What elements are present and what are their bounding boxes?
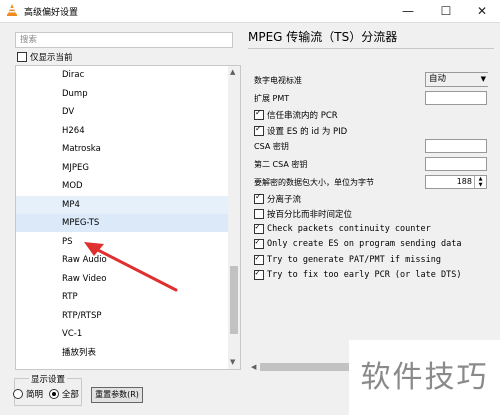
tree-item[interactable]: 播放列表: [16, 344, 228, 362]
only-current-label: 仅显示当前: [30, 53, 73, 63]
title-bar: 高级偏好设置 — ☐ ✕: [0, 0, 500, 23]
minimize-button[interactable]: —: [390, 0, 426, 22]
scroll-left-icon[interactable]: ◀: [251, 363, 256, 371]
vlc-cone-icon: [7, 4, 17, 16]
trust-pcr-checkbox[interactable]: [254, 108, 264, 120]
panel-vertical-scrollbar[interactable]: [488, 60, 498, 360]
check-cc-option[interactable]: Check packets continuity counter: [254, 222, 431, 234]
es-id-pid-label: 设置 ES 的 id 为 PID: [267, 127, 348, 137]
packet-size-value: 188: [456, 177, 472, 186]
tree-item[interactable]: DV: [16, 103, 228, 121]
close-button[interactable]: ✕: [464, 0, 500, 22]
tree-item[interactable]: H264: [16, 122, 228, 140]
separate-sub-checkbox[interactable]: [254, 192, 264, 204]
fix-pcr-checkbox[interactable]: [254, 268, 264, 280]
search-input[interactable]: 搜索: [15, 32, 233, 48]
panel-title: MPEG 传输流（TS）分流器: [248, 30, 398, 44]
only-es-checkbox[interactable]: [254, 237, 264, 249]
tree-scrollbar-thumb[interactable]: [230, 266, 238, 334]
spin-arrows-icon[interactable]: ▲ ▼: [474, 176, 486, 188]
seek-percent-checkbox[interactable]: [254, 209, 264, 219]
preferences-tree[interactable]: Dirac Dump DV H264 Matroska MJPEG MOD MP…: [15, 65, 241, 370]
all-label: 全部: [61, 390, 79, 400]
csa-key-label: CSA 密钥: [254, 142, 289, 151]
digital-tv-standard-label: 数字电视标准: [254, 76, 302, 85]
digital-tv-standard-value: 自动: [429, 74, 447, 84]
window-title: 高级偏好设置: [24, 8, 79, 18]
es-id-pid-checkbox[interactable]: [254, 124, 264, 136]
display-settings-group: 显示设置 简明 全部: [13, 373, 82, 406]
only-es-option[interactable]: Only create ES on program sending data: [254, 237, 462, 249]
fix-pcr-label: Try to fix too early PCR (or late DTS): [267, 270, 462, 280]
gen-pat-label: Try to generate PAT/PMT if missing: [267, 255, 441, 265]
seek-percent-label: 按百分比而非时间定位: [267, 210, 353, 220]
tree-scrollbar[interactable]: ▲ ▼: [228, 66, 240, 369]
only-current-checkbox[interactable]: [17, 52, 27, 62]
simple-label: 简明: [26, 390, 44, 400]
reset-preferences-button[interactable]: 重置参数(R): [91, 387, 143, 403]
separate-sub-option[interactable]: 分离子流: [254, 192, 302, 205]
separate-sub-label: 分离子流: [267, 195, 302, 205]
all-radio[interactable]: [48, 389, 59, 399]
packet-size-label: 要解密的数据包大小，单位为字节: [254, 178, 374, 187]
seek-percent-option[interactable]: 按百分比而非时间定位: [254, 208, 352, 220]
scroll-down-icon[interactable]: ▼: [230, 358, 235, 366]
trust-pcr-option[interactable]: 信任串流内的 PCR: [254, 108, 338, 121]
tree-item[interactable]: VC-1: [16, 325, 228, 343]
check-cc-checkbox[interactable]: [254, 222, 264, 234]
chevron-down-icon: ▼: [480, 75, 486, 83]
es-id-pid-option[interactable]: 设置 ES 的 id 为 PID: [254, 124, 348, 137]
digital-tv-standard-select[interactable]: 自动 ▼: [425, 72, 490, 87]
csa2-key-input[interactable]: [425, 157, 487, 171]
trust-pcr-label: 信任串流内的 PCR: [267, 111, 338, 121]
extra-pmt-input[interactable]: [425, 91, 487, 105]
only-es-label: Only create ES on program sending data: [267, 239, 462, 249]
tree-item[interactable]: Dirac: [16, 66, 228, 84]
tree-item[interactable]: MJPEG: [16, 159, 228, 177]
display-settings-legend: 显示设置: [29, 373, 68, 385]
title-divider: [248, 48, 494, 49]
packet-size-spinbox[interactable]: 188 ▲ ▼: [425, 175, 487, 189]
annotation-arrow-icon: [84, 242, 178, 292]
tree-item-selected[interactable]: MPEG-TS: [16, 214, 228, 232]
maximize-button[interactable]: ☐: [428, 0, 464, 22]
tree-item[interactable]: MP4: [16, 195, 228, 214]
gen-pat-option[interactable]: Try to generate PAT/PMT if missing: [254, 253, 441, 265]
simple-radio[interactable]: [13, 389, 23, 399]
tree-item[interactable]: MOD: [16, 177, 228, 195]
gen-pat-checkbox[interactable]: [254, 253, 264, 265]
scroll-up-icon[interactable]: ▲: [230, 68, 235, 76]
only-current-option[interactable]: 仅显示当前: [17, 51, 73, 63]
watermark: 软件技巧: [349, 340, 500, 415]
check-cc-label: Check packets continuity counter: [267, 224, 431, 234]
fix-pcr-option[interactable]: Try to fix too early PCR (or late DTS): [254, 268, 462, 280]
csa2-key-label: 第二 CSA 密钥: [254, 160, 308, 169]
tree-item[interactable]: RTP/RTSP: [16, 307, 228, 325]
extra-pmt-label: 扩展 PMT: [254, 94, 290, 103]
tree-item[interactable]: Matroska: [16, 140, 228, 158]
tree-item[interactable]: Dump: [16, 85, 228, 103]
csa-key-input[interactable]: [425, 139, 487, 153]
